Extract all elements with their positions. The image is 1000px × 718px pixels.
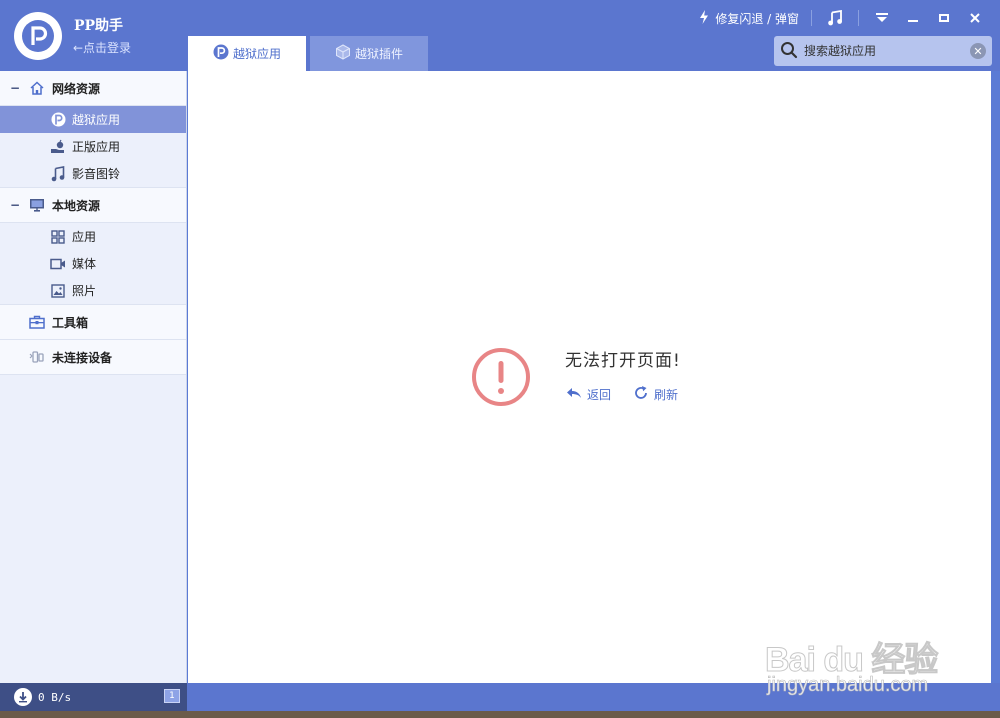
back-arrow-icon xyxy=(566,386,582,403)
grid-icon xyxy=(50,229,66,245)
collapse-icon[interactable]: − xyxy=(10,198,24,212)
error-icon xyxy=(471,347,531,407)
refresh-label: 刷新 xyxy=(654,388,679,402)
close-icon xyxy=(970,13,980,23)
login-link[interactable]: ←点击登录 xyxy=(73,39,131,56)
sidebar-group-toolbox[interactable]: 工具箱 xyxy=(0,305,186,340)
sidebar-group-network[interactable]: − 网络资源 xyxy=(0,71,186,106)
tab-jailbreak-plugins[interactable]: 越狱插件 xyxy=(310,36,428,71)
maximize-button[interactable] xyxy=(933,8,955,28)
baidu-watermark: Bai du 经验 jingyan.baidu.com xyxy=(764,612,945,697)
error-title: 无法打开页面! xyxy=(565,351,681,371)
music-button[interactable] xyxy=(824,8,846,28)
box-icon xyxy=(335,44,351,63)
desktop-strip xyxy=(0,711,1000,718)
collapse-icon[interactable]: − xyxy=(10,81,24,95)
main-content: 无法打开页面! 返回 刷新 xyxy=(188,71,991,683)
search-box: ✕ xyxy=(774,36,992,66)
minimize-icon xyxy=(908,20,918,22)
tab-bar: 越狱应用 越狱插件 xyxy=(188,36,432,71)
sidebar-item-official-apps[interactable]: 正版应用 xyxy=(0,133,186,160)
search-icon xyxy=(780,41,798,62)
photo-icon xyxy=(50,283,66,299)
app-title: PP助手 xyxy=(74,18,124,34)
item-label: 越狱应用 xyxy=(72,113,121,127)
group-label: 未连接设备 xyxy=(52,350,113,365)
item-label: 影音图铃 xyxy=(72,167,121,181)
watermark-url: jingyan.baidu.com xyxy=(767,674,929,697)
pp-icon xyxy=(50,112,66,128)
local-items: 应用 媒体 照片 xyxy=(0,223,186,305)
sidebar: − 网络资源 越狱应用 正版应用 影音图铃 − 本地资源 应用 媒体 照片 工具… xyxy=(0,71,187,683)
music-note-icon xyxy=(50,165,66,182)
error-actions: 返回 刷新 xyxy=(566,385,678,404)
repair-crash-button[interactable]: 修复闪退 / 弹窗 xyxy=(699,9,799,27)
title-bar: PP助手 ←点击登录 越狱应用 越狱插件 ✕ 修复闪退 / 弹窗 xyxy=(0,0,1000,71)
search-input[interactable] xyxy=(804,44,964,58)
minimize-button[interactable] xyxy=(902,8,924,28)
maximize-icon xyxy=(939,14,949,22)
clear-icon[interactable]: ✕ xyxy=(970,43,986,59)
refresh-icon xyxy=(633,385,649,404)
sidebar-group-local[interactable]: − 本地资源 xyxy=(0,188,186,223)
download-status[interactable]: 0 B/s xyxy=(0,683,187,711)
tab-jailbreak-apps[interactable]: 越狱应用 xyxy=(188,36,306,71)
back-button[interactable]: 返回 xyxy=(566,385,611,404)
sidebar-group-device[interactable]: 未连接设备 xyxy=(0,340,186,375)
group-label: 网络资源 xyxy=(52,81,101,96)
pp-tab-icon xyxy=(213,44,229,63)
item-label: 照片 xyxy=(72,284,97,298)
menu-button[interactable] xyxy=(871,8,893,28)
disconnected-device-icon xyxy=(28,348,46,366)
sidebar-item-apps[interactable]: 应用 xyxy=(0,223,186,250)
close-button[interactable] xyxy=(964,8,986,28)
group-label: 工具箱 xyxy=(52,315,89,330)
sidebar-item-media[interactable]: 媒体 xyxy=(0,250,186,277)
tab-label: 越狱插件 xyxy=(354,47,403,61)
lightning-icon xyxy=(699,9,709,27)
pp-logo-icon xyxy=(14,12,62,60)
home-icon xyxy=(28,79,46,97)
sidebar-item-media-ringtones[interactable]: 影音图铃 xyxy=(0,160,186,187)
divider xyxy=(858,10,859,26)
item-label: 应用 xyxy=(72,230,97,244)
video-camera-icon xyxy=(50,256,66,272)
item-label: 媒体 xyxy=(72,257,97,271)
monitor-icon xyxy=(28,196,46,214)
music-note-icon xyxy=(828,10,842,26)
apple-hand-icon xyxy=(50,139,66,155)
download-icon xyxy=(14,688,32,706)
dropdown-menu-icon xyxy=(876,13,888,22)
download-speed: 0 B/s xyxy=(38,690,72,704)
tab-label: 越狱应用 xyxy=(232,47,281,61)
toolbox-icon xyxy=(28,313,46,331)
sidebar-item-jailbreak-apps[interactable]: 越狱应用 xyxy=(0,106,186,133)
window-actions: 修复闪退 / 弹窗 xyxy=(699,8,986,28)
task-count-badge[interactable]: 1 xyxy=(164,689,180,703)
back-label: 返回 xyxy=(587,388,612,402)
sidebar-item-photos[interactable]: 照片 xyxy=(0,277,186,304)
group-label: 本地资源 xyxy=(52,198,101,213)
divider xyxy=(811,10,812,26)
item-label: 正版应用 xyxy=(72,140,121,154)
refresh-button[interactable]: 刷新 xyxy=(633,385,678,404)
repair-label: 修复闪退 / 弹窗 xyxy=(715,11,799,26)
network-items: 越狱应用 正版应用 影音图铃 xyxy=(0,106,186,188)
